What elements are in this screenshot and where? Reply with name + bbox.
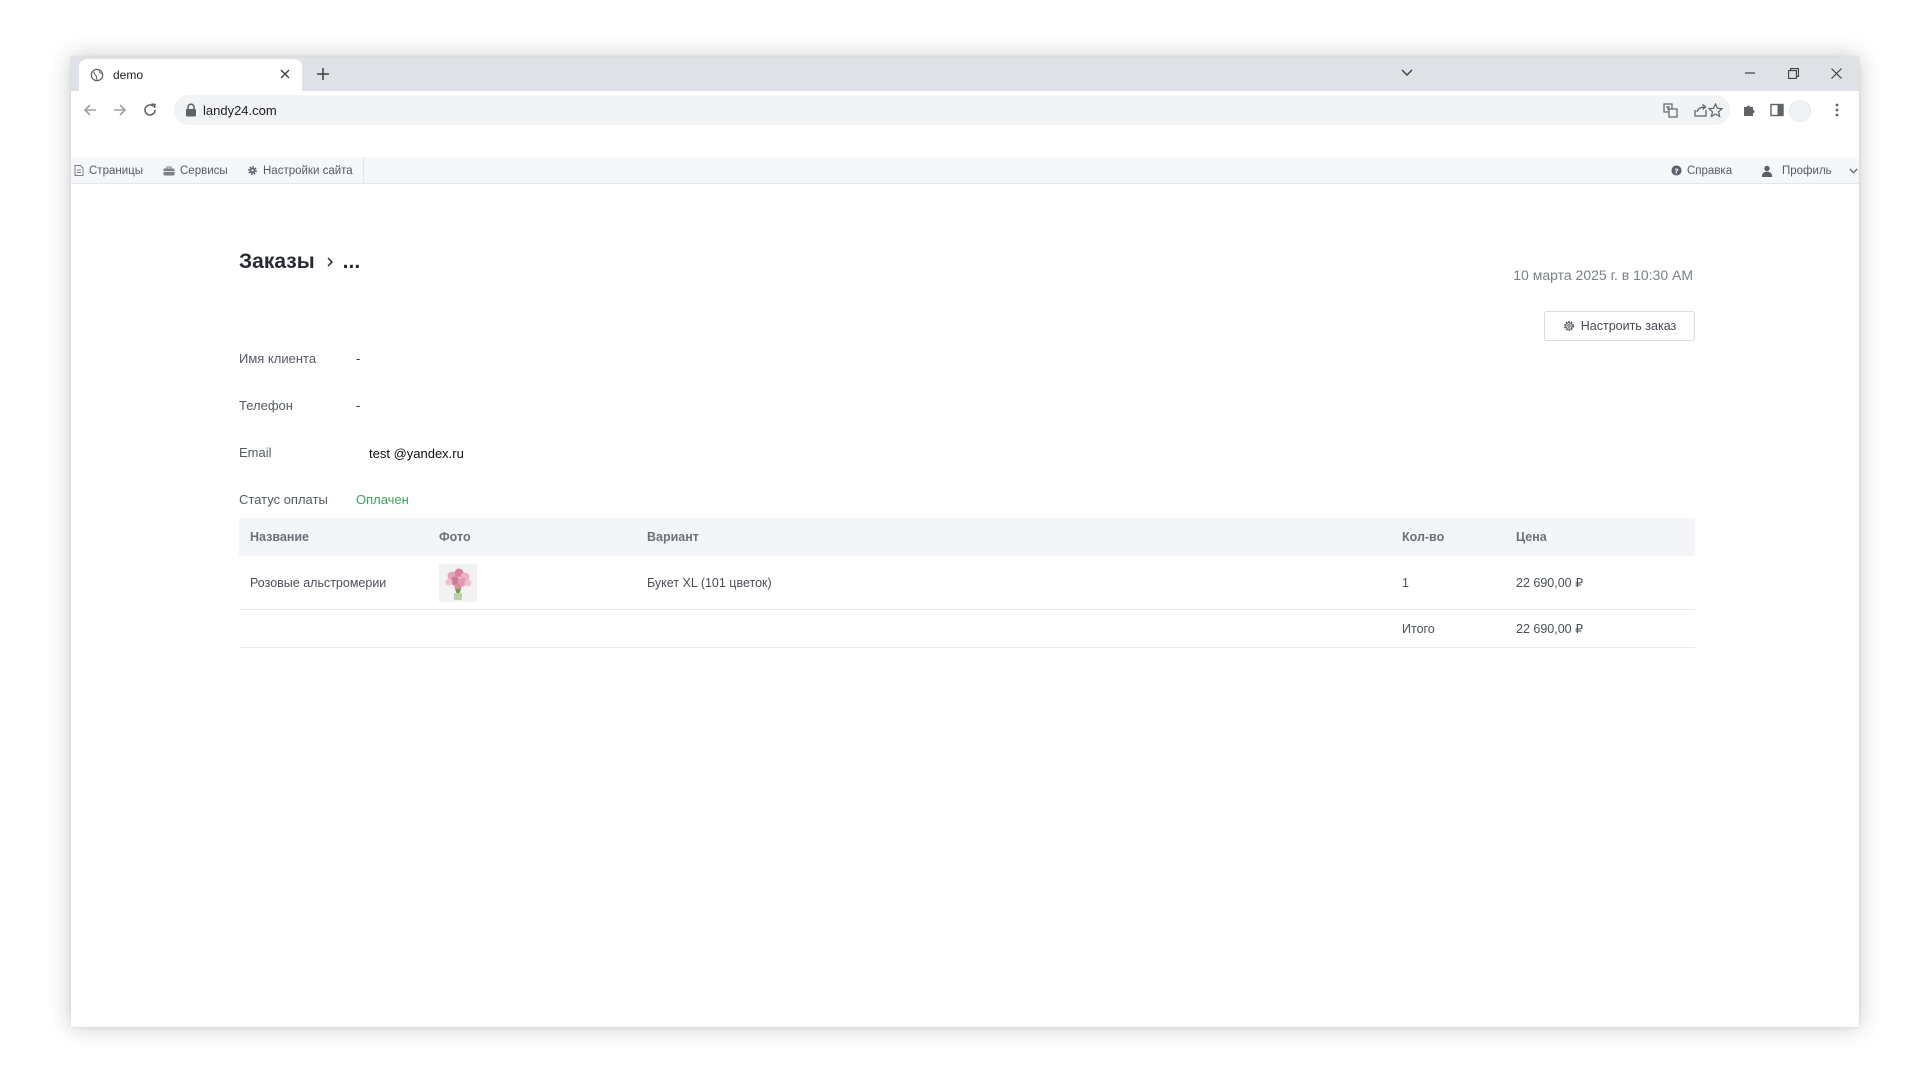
reload-icon [144, 103, 156, 116]
close-icon [280, 69, 290, 79]
side-panel-button[interactable] [1767, 100, 1787, 120]
address-bar[interactable]: landy24.com [174, 95, 1730, 125]
gear-icon [248, 166, 257, 175]
browser-toolbar: landy24.com [71, 91, 1859, 129]
svg-text:?: ? [1674, 166, 1678, 175]
restore-button[interactable] [1784, 64, 1802, 82]
breadcrumb-current: ... [342, 250, 361, 273]
admin-pages-link[interactable]: Страницы [74, 157, 143, 184]
table-total-row: Итого 22 690,00 ₽ [239, 610, 1695, 648]
breadcrumb: Заказы ... [239, 250, 360, 274]
browser-tab[interactable]: demo [79, 59, 302, 91]
translate-icon [1662, 102, 1678, 118]
new-tab-button[interactable] [313, 64, 333, 84]
order-page: Заказы ... 10 марта 2025 г. в 10:30 AM Н… [71, 185, 1859, 1027]
order-date: 10 марта 2025 г. в 10:30 AM [1513, 267, 1693, 283]
item-qty: 1 [1402, 575, 1409, 590]
minimize-button[interactable] [1741, 64, 1759, 82]
admin-site-settings-label: Настройки сайта [263, 164, 353, 177]
side-panel-icon [1770, 103, 1784, 117]
total-value: 22 690,00 ₽ [1516, 622, 1584, 636]
help-icon: ? [1671, 165, 1682, 176]
tab-title: demo [113, 68, 144, 82]
back-button[interactable] [80, 100, 100, 120]
email-value: test @yandex.ru [369, 446, 464, 461]
star-icon [1707, 102, 1723, 118]
minimize-icon [1745, 72, 1755, 74]
email-label: Email [239, 445, 272, 460]
lock-icon [186, 103, 196, 117]
configure-order-label: Настроить заказ [1580, 319, 1677, 333]
client-name-value: - [356, 351, 361, 366]
globe-icon [90, 68, 104, 82]
briefcase-icon [163, 166, 175, 175]
admin-help-link[interactable]: ? Справка [1671, 157, 1732, 184]
item-photo [439, 556, 477, 609]
item-variant: Букет XL (101 цветок) [647, 575, 772, 590]
chevron-right-icon [327, 257, 333, 267]
table-row: Розовые альстромерии Букет XL (101 цвето… [239, 556, 1695, 610]
flower-bouquet-thumbnail [439, 563, 477, 602]
restore-icon [1787, 67, 1799, 79]
bookmark-button[interactable] [1706, 101, 1724, 119]
column-header-price: Цена [1516, 530, 1547, 544]
total-label: Итого [1402, 621, 1435, 636]
close-icon [1830, 67, 1842, 79]
column-header-photo: Фото [439, 530, 471, 544]
column-header-variant: Вариант [647, 530, 699, 544]
column-header-name: Название [250, 530, 310, 544]
payment-status-label: Статус оплаты [239, 492, 328, 507]
puzzle-icon [1744, 105, 1755, 116]
item-price: 22 690,00 ₽ [1516, 576, 1584, 590]
item-name: Розовые альстромерии [250, 575, 387, 590]
admin-help-label: Справка [1687, 164, 1733, 177]
phone-label: Телефон [239, 398, 293, 413]
tab-search-button[interactable] [1398, 64, 1416, 82]
translate-button[interactable] [1661, 101, 1679, 119]
admin-pages-label: Страницы [89, 164, 143, 177]
admin-profile-label: Профиль [1782, 164, 1832, 177]
browser-window: demo landy24.com Страницы Сервисы Настро… [71, 57, 1859, 1027]
user-icon [1761, 165, 1773, 177]
configure-order-button[interactable]: Настроить заказ [1544, 311, 1695, 341]
more-vertical-icon [1835, 103, 1839, 117]
admin-site-settings-link[interactable]: Настройки сайта [247, 157, 353, 184]
admin-profile-menu[interactable]: Профиль [1761, 157, 1858, 184]
order-items-table: Название Фото Вариант Кол-во Цена Розовы… [239, 518, 1695, 648]
phone-value: - [356, 398, 361, 413]
breadcrumb-orders-link[interactable]: Заказы [239, 250, 315, 274]
admin-bar-divider [363, 157, 364, 184]
chevron-down-icon [1849, 167, 1858, 174]
extensions-button[interactable] [1739, 100, 1759, 120]
chevron-down-icon [1401, 69, 1413, 76]
arrow-right-icon [114, 104, 127, 116]
client-name-label: Имя клиента [239, 351, 317, 366]
gear-icon [1563, 320, 1574, 332]
plus-icon [317, 68, 329, 80]
arrow-left-icon [83, 104, 96, 116]
column-header-qty: Кол-во [1402, 530, 1445, 544]
page-icon [74, 165, 84, 176]
close-window-button[interactable] [1827, 64, 1845, 82]
close-tab-button[interactable] [276, 65, 294, 83]
reload-button[interactable] [140, 100, 160, 120]
site-admin-bar: Страницы Сервисы Настройки сайта ? Справ… [71, 157, 1859, 184]
browser-menu-button[interactable] [1827, 100, 1847, 120]
admin-services-link[interactable]: Сервисы [163, 157, 228, 184]
tab-strip: demo [71, 57, 1859, 91]
profile-avatar[interactable] [1789, 100, 1811, 122]
payment-status-value: Оплачен [356, 492, 409, 507]
table-header: Название Фото Вариант Кол-во Цена [239, 518, 1695, 556]
admin-services-label: Сервисы [180, 164, 228, 177]
forward-button[interactable] [110, 100, 130, 120]
url-text: landy24.com [203, 103, 277, 118]
